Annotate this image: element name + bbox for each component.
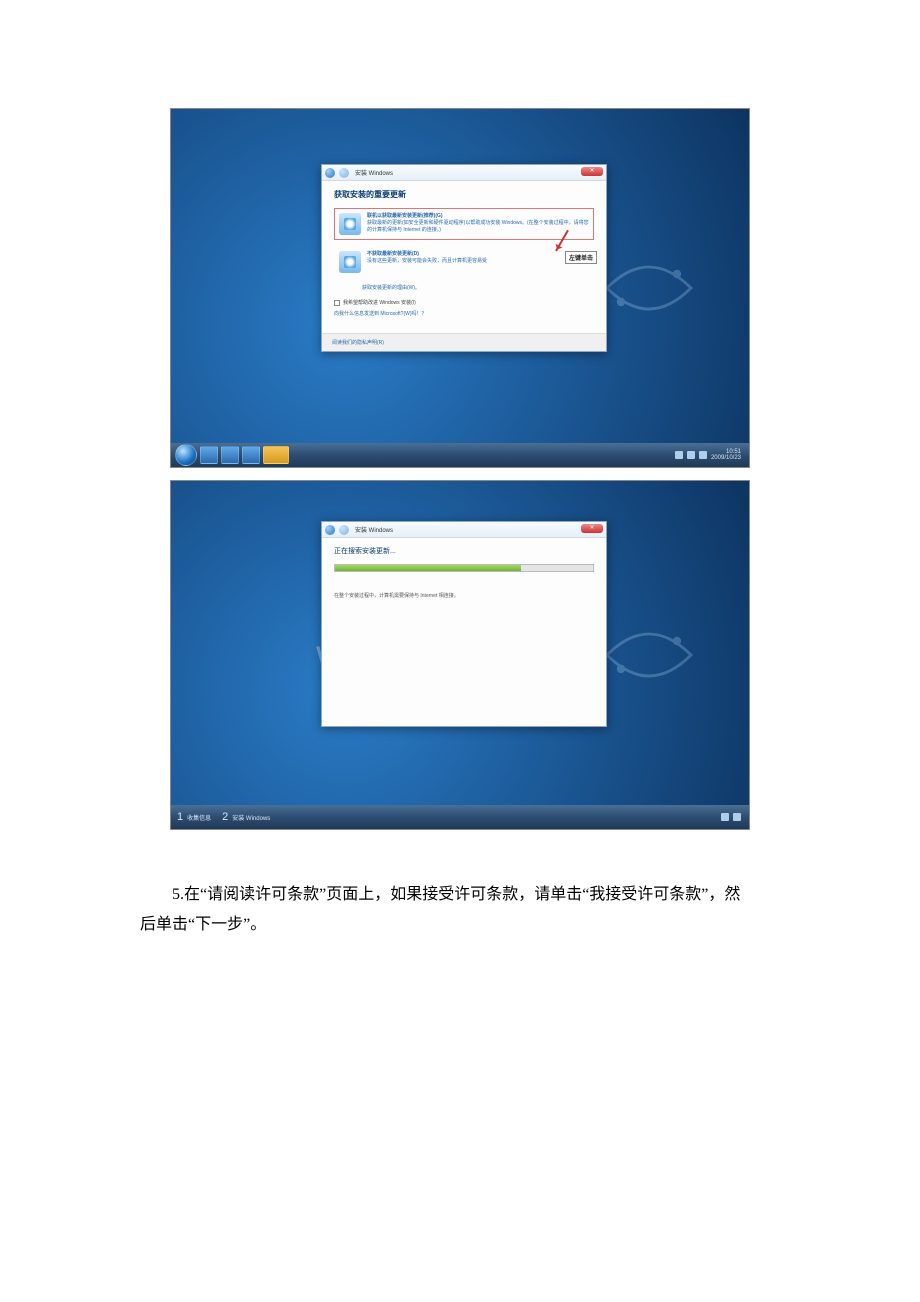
install-dialog: 安装 Windows ✕ 正在搜索安装更新... 在整个安装过程中，计算机需要保… [321,521,607,727]
progress-bar [334,564,594,572]
dialog-titlebar: 安装 Windows ✕ [322,522,606,538]
screenshot-searching-updates: www.bdocx.com 安装 Windows ✕ 正在搜索安装更新... 在… [170,480,750,830]
screenshot-updates-choice: 安装 Windows ✕ 获取安装的重要更新 联机以获取最新安装更新(推荐)(G… [170,108,750,468]
setup-taskbar: 1 收集信息 2 安装 Windows [171,805,749,829]
system-tray: 10:51 2009/10/23 [675,449,745,461]
nav-forward-icon [339,168,349,178]
tray-volume-icon[interactable] [699,451,707,459]
option-skip-updates[interactable]: 不获取最新安装更新(D) 没有这些更新，安装可能会失败，而且计算机更容易受 左键… [334,246,594,278]
link-info-sent[interactable]: 向我什么信息发送到 Microsoft?(W)吗！？ [334,310,594,317]
dialog-heading: 获取安装的重要更新 [334,189,594,200]
progress-fill [335,565,521,571]
note-internet: 在整个安装过程中，计算机需要保持与 Internet 相连接。 [334,592,594,599]
tray-network-icon[interactable] [687,451,695,459]
setup-step-1: 1 收集信息 [175,808,217,826]
nav-back-icon[interactable] [325,525,335,535]
option-get-updates[interactable]: 联机以获取最新安装更新(推荐)(G) 获取最新的更新(如安全更新和硬件驱动程序)… [334,208,594,240]
taskbar-media-icon[interactable] [242,446,260,464]
install-dialog: 安装 Windows ✕ 获取安装的重要更新 联机以获取最新安装更新(推荐)(G… [321,164,607,352]
searching-label: 正在搜索安装更新... [334,546,594,556]
close-button[interactable]: ✕ [581,524,603,533]
taskbar: 10:51 2009/10/23 [171,443,749,467]
checkbox-icon[interactable] [334,300,340,306]
tray-icon[interactable] [733,813,741,821]
taskbar-active-window[interactable] [263,446,289,464]
update-online-icon [339,213,361,235]
tray-icon[interactable] [721,813,729,821]
nav-forward-icon [339,525,349,535]
taskbar-explorer-icon[interactable] [221,446,239,464]
close-button[interactable]: ✕ [581,167,603,176]
dialog-title: 安装 Windows [355,168,393,177]
system-tray [721,813,745,821]
clock[interactable]: 10:51 2009/10/23 [711,449,741,461]
callout-left-click: 左键单击 [565,251,597,264]
update-skip-icon [339,251,361,273]
tray-flag-icon[interactable] [675,451,683,459]
instruction-step-5: 5.在“请阅读许可条款”页面上，如果接受许可条款，请单击“我接受许可条款”，然 … [140,880,780,941]
start-button[interactable] [175,444,197,466]
dialog-titlebar: 安装 Windows ✕ [322,165,606,181]
taskbar-ie-icon[interactable] [200,446,218,464]
setup-step-2: 2 安装 Windows [220,808,276,826]
checkbox-help-improve[interactable]: 我希望帮助改进 Windows 安装(I) [334,299,594,306]
link-privacy[interactable]: 阅读我们的隐私声明(R) [332,340,384,346]
option2-desc: 没有这些更新，安装可能会失败，而且计算机更容易受 [367,258,487,265]
option2-title: 不获取最新安装更新(D) [367,251,487,258]
option1-title: 联机以获取最新安装更新(推荐)(G) [367,213,589,220]
link-why-updates[interactable]: 获取安装更新的理由(W)。 [362,284,594,291]
dialog-footer: 阅读我们的隐私声明(R) [322,333,606,351]
dialog-title: 安装 Windows [355,525,393,534]
option1-desc: 获取最新的更新(如安全更新和硬件驱动程序)以帮助成功安装 Windows。(在整… [367,220,589,234]
nav-back-icon[interactable] [325,168,335,178]
